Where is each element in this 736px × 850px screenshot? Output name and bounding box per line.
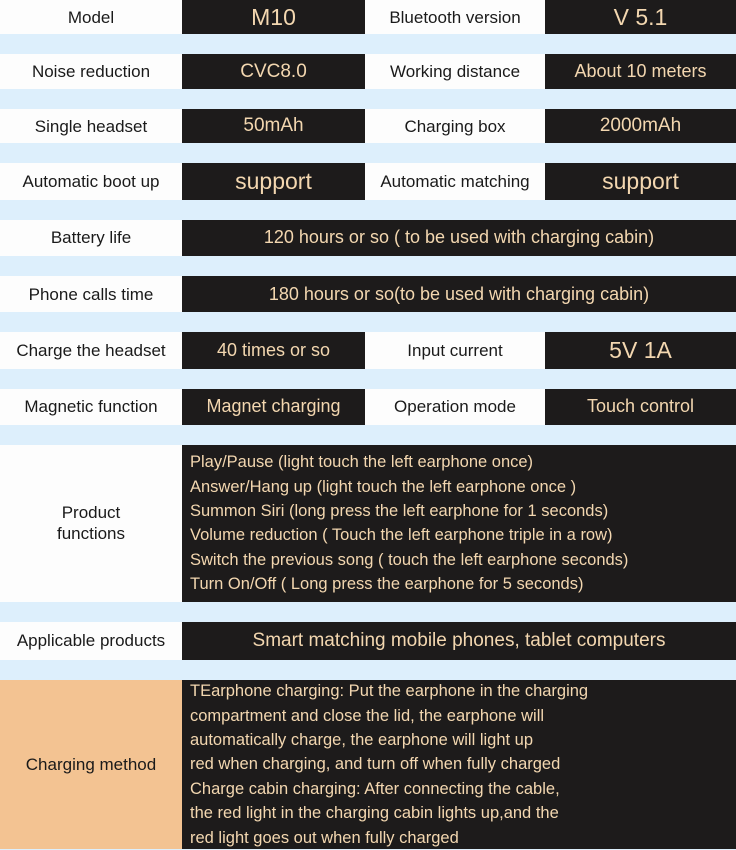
spec-value-battery-life: 120 hours or so ( to be used with chargi…: [182, 219, 736, 257]
product-function-item: Switch the previous song ( touch the lef…: [190, 550, 629, 569]
charging-method-line: the red light in the charging cabin ligh…: [190, 804, 559, 823]
specification-table: Model M10 Bluetooth version V 5.1 Noise …: [0, 0, 736, 850]
product-function-item: Answer/Hang up (light touch the left ear…: [190, 477, 577, 496]
row-divider: [0, 424, 736, 445]
row-divider: [0, 34, 736, 55]
spec-value-phone-calls-time: 180 hours or so(to be used with charging…: [182, 276, 736, 313]
row-divider: [0, 199, 736, 220]
spec-label-model: Model: [0, 0, 182, 35]
row-divider: [0, 143, 736, 164]
charging-method-line: red light goes out when fully charged: [190, 828, 459, 847]
spec-value-automatic-boot-up: support: [182, 163, 365, 200]
spec-label-applicable-products: Applicable products: [0, 621, 182, 661]
spec-value-charge-the-headset: 40 times or so: [182, 332, 365, 369]
row-divider: [0, 88, 736, 109]
spec-value-bluetooth-version: V 5.1: [545, 0, 736, 35]
charging-method-line: compartment and close the lid, the earph…: [190, 706, 545, 725]
spec-label-product-functions: Product functions: [0, 444, 182, 602]
charging-method-line: automatically charge, the earphone will …: [190, 730, 534, 749]
spec-label-charging-method: Charging method: [0, 680, 182, 850]
product-function-item: Turn On/Off ( Long press the earphone fo…: [190, 575, 584, 594]
spec-label-automatic-boot-up: Automatic boot up: [0, 163, 182, 200]
spec-label-working-distance: Working distance: [365, 54, 545, 89]
table-row: Noise reduction CVC8.0 Working distance …: [0, 54, 736, 89]
spec-value-single-headset: 50mAh: [182, 108, 365, 144]
product-function-item: Volume reduction ( Touch the left earpho…: [190, 526, 613, 545]
row-divider: [0, 660, 736, 681]
spec-value-magnetic-function: Magnet charging: [182, 388, 365, 425]
spec-value-model: M10: [182, 0, 365, 35]
row-divider: [0, 368, 736, 389]
table-row: Magnetic function Magnet charging Operat…: [0, 388, 736, 425]
table-row: Applicable products Smart matching mobil…: [0, 621, 736, 661]
spec-label-magnetic-function: Magnetic function: [0, 388, 182, 425]
spec-label-operation-mode: Operation mode: [365, 388, 545, 425]
table-row: Charge the headset 40 times or so Input …: [0, 332, 736, 369]
row-divider: [0, 312, 736, 333]
spec-label-bluetooth-version: Bluetooth version: [365, 0, 545, 35]
row-divider: [0, 256, 736, 277]
spec-value-product-functions: Play/Pause (light touch the left earphon…: [182, 444, 736, 602]
spec-value-operation-mode: Touch control: [545, 388, 736, 425]
table-row: Automatic boot up support Automatic matc…: [0, 163, 736, 200]
table-row-charging-method: Charging method TEarphone charging: Put …: [0, 680, 736, 850]
charging-method-line: red when charging, and turn off when ful…: [190, 755, 561, 774]
product-function-item: Summon Siri (long press the left earphon…: [190, 502, 609, 521]
spec-label-automatic-matching: Automatic matching: [365, 163, 545, 200]
spec-value-working-distance: About 10 meters: [545, 54, 736, 89]
charging-method-line: TEarphone charging: Put the earphone in …: [190, 682, 589, 701]
table-row: Phone calls time 180 hours or so(to be u…: [0, 276, 736, 313]
spec-value-noise-reduction: CVC8.0: [182, 54, 365, 89]
product-functions-label-line-1: Product: [61, 503, 121, 523]
spec-label-phone-calls-time: Phone calls time: [0, 276, 182, 313]
product-functions-label-line-2: functions: [56, 524, 126, 544]
charging-method-line: Charge cabin charging: After connecting …: [190, 779, 560, 798]
spec-label-battery-life: Battery life: [0, 219, 182, 257]
spec-label-charging-box: Charging box: [365, 108, 545, 144]
spec-value-charging-method: TEarphone charging: Put the earphone in …: [182, 680, 736, 850]
spec-label-single-headset: Single headset: [0, 108, 182, 144]
spec-value-automatic-matching: support: [545, 163, 736, 200]
table-row: Single headset 50mAh Charging box 2000mA…: [0, 108, 736, 144]
product-function-item: Play/Pause (light touch the left earphon…: [190, 453, 534, 472]
spec-label-charge-the-headset: Charge the headset: [0, 332, 182, 369]
table-row: Model M10 Bluetooth version V 5.1: [0, 0, 736, 35]
spec-label-noise-reduction: Noise reduction: [0, 54, 182, 89]
spec-value-input-current: 5V 1A: [545, 332, 736, 369]
spec-label-input-current: Input current: [365, 332, 545, 369]
spec-value-applicable-products: Smart matching mobile phones, tablet com…: [182, 621, 736, 661]
table-row: Battery life 120 hours or so ( to be use…: [0, 219, 736, 257]
row-divider: [0, 601, 736, 622]
spec-value-charging-box: 2000mAh: [545, 108, 736, 144]
table-row-product-functions: Product functions Play/Pause (light touc…: [0, 444, 736, 602]
